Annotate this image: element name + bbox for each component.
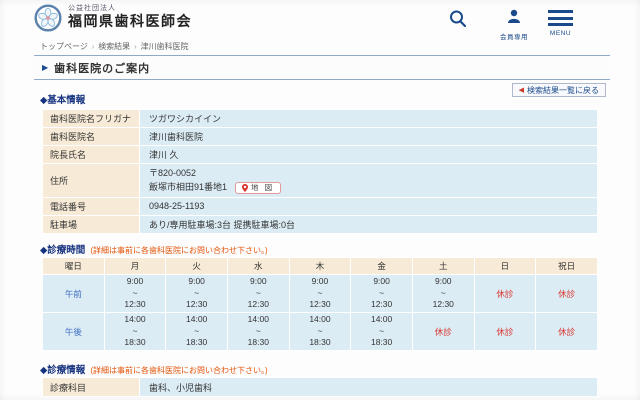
schedule-col-header: 祝日	[536, 258, 598, 275]
map-button-label: 地 図	[251, 182, 274, 194]
member-login-button[interactable]: 会員専用	[500, 9, 528, 41]
table-row: 歯科医院名フリガナ ツガワシカイイン	[43, 110, 598, 128]
row-value phone-number: 0948-25-1193	[140, 197, 598, 215]
page: { "brand": { "subtitle": "公益社団法人", "titl…	[0, 0, 640, 400]
schedule-col-header: 日	[474, 258, 536, 275]
row-label: 院長氏名	[43, 146, 140, 164]
back-arrow-icon: ◀	[519, 87, 524, 94]
schedule-col-header: 金	[351, 258, 413, 275]
row-value: ツガワシカイイン	[140, 110, 598, 128]
schedule-cell: 14:00 ~ 18:30	[166, 313, 228, 351]
schedule-cell-closed: 休診	[536, 275, 598, 313]
hamburger-icon	[548, 10, 573, 26]
page-title-bar: ▶ 歯科医院のご案内	[34, 55, 610, 80]
schedule-cell-closed: 休診	[536, 313, 598, 351]
row-label: 住所	[43, 164, 140, 198]
treatment-info-table: 診療科目 歯科、小児歯科	[42, 377, 598, 397]
search-button[interactable]	[448, 9, 468, 34]
schedule-cell: 9:00 ~ 12:30	[166, 275, 228, 313]
breadcrumb-results-link[interactable]: 検索結果	[98, 42, 130, 51]
schedule-cell-closed: 休診	[474, 313, 536, 351]
basic-info-heading: ◆基本情報	[40, 92, 85, 106]
map-button[interactable]: 地 図	[235, 182, 281, 194]
schedule-cell: 14:00 ~ 18:30	[104, 313, 166, 351]
row-label: 電話番号	[43, 197, 140, 215]
breadcrumb-separator: ›	[134, 44, 136, 51]
row-label: 歯科医院名	[43, 128, 140, 146]
table-row: 駐車場 あり/専用駐車場:3台 提携駐車場:0台	[43, 215, 598, 233]
table-row: 電話番号 0948-25-1193	[43, 197, 598, 215]
org-name-block: 公益社団法人 福岡県歯科医師会	[68, 5, 192, 29]
schedule-cell-closed: 休診	[474, 275, 536, 313]
search-icon	[448, 9, 468, 29]
row-label: 診療科目	[43, 378, 140, 397]
schedule-cell: 9:00 ~ 12:30	[351, 275, 413, 313]
menu-button[interactable]: MENU	[548, 10, 573, 37]
schedule-row-label: 午後	[43, 313, 105, 351]
schedule-col-header: 土	[412, 258, 474, 275]
table-row: 住所 〒820-0052 飯塚市相田91番地1 地 図	[43, 164, 598, 198]
address-text: 飯塚市相田91番地1	[149, 180, 227, 194]
logo-flower-icon	[34, 4, 62, 32]
treatment-note: (詳細は事前に各歯科医院にお問い合わせ下さい。)	[90, 365, 267, 376]
schedule-col-header: 木	[289, 258, 351, 275]
breadcrumb-current: 津川歯科医院	[141, 42, 189, 51]
table-row: 歯科医院名 津川歯科医院	[43, 128, 598, 146]
title-arrow-icon: ▶	[42, 63, 48, 72]
back-to-results-button[interactable]: ◀ 検索結果一覧に戻る	[512, 83, 606, 97]
postal-code: 〒820-0052	[149, 166, 588, 180]
schedule-cell: 14:00 ~ 18:30	[351, 313, 413, 351]
menu-label: MENU	[548, 30, 573, 37]
schedule-cell: 9:00 ~ 12:30	[227, 275, 289, 313]
row-value: 津川歯科医院	[140, 128, 598, 146]
org-title: 福岡県歯科医師会	[68, 13, 192, 29]
back-button-label: 検索結果一覧に戻る	[527, 85, 599, 96]
member-label: 会員専用	[500, 31, 528, 41]
schedule-cell: 14:00 ~ 18:30	[289, 313, 351, 351]
basic-info-table: 歯科医院名フリガナ ツガワシカイイン 歯科医院名 津川歯科医院 院長氏名 津川 …	[42, 109, 598, 234]
map-pin-icon	[242, 184, 248, 192]
treatment-heading-text: ◆診療情報	[40, 362, 85, 376]
schedule-header-row: 曜日 月 火 水 木 金 土 日 祝日	[43, 258, 598, 275]
schedule-heading-text: ◆診療時間	[40, 242, 85, 256]
schedule-afternoon-row: 午後 14:00 ~ 18:30 14:00 ~ 18:30 14:00 ~ 1…	[43, 313, 598, 351]
table-row: 院長氏名 津川 久	[43, 146, 598, 164]
page-title: 歯科医院のご案内	[54, 60, 150, 76]
breadcrumb-home-link[interactable]: トップページ	[40, 42, 88, 51]
schedule-row-label: 午前	[43, 275, 105, 313]
schedule-cell: 14:00 ~ 18:30	[227, 313, 289, 351]
row-label: 駐車場	[43, 215, 140, 233]
schedule-col-header: 曜日	[43, 258, 105, 275]
schedule-cell-closed: 休診	[412, 313, 474, 351]
schedule-col-header: 水	[227, 258, 289, 275]
breadcrumb-separator: ›	[92, 44, 94, 51]
schedule-heading: ◆診療時間 (詳細は事前に各歯科医院にお問い合わせ下さい。)	[40, 242, 268, 256]
basic-info-heading-text: ◆基本情報	[40, 92, 85, 106]
schedule-cell: 9:00 ~ 12:30	[289, 275, 351, 313]
org-subtitle: 公益社団法人	[68, 5, 192, 13]
schedule-morning-row: 午前 9:00 ~ 12:30 9:00 ~ 12:30 9:00 ~ 12:3…	[43, 275, 598, 313]
schedule-col-header: 月	[104, 258, 166, 275]
row-label: 歯科医院名フリガナ	[43, 110, 140, 128]
schedule-cell: 9:00 ~ 12:30	[104, 275, 166, 313]
table-row: 診療科目 歯科、小児歯科	[43, 378, 598, 397]
schedule-note: (詳細は事前に各歯科医院にお問い合わせ下さい。)	[90, 245, 267, 256]
breadcrumb: トップページ › 検索結果 › 津川歯科医院	[40, 41, 189, 52]
row-value: あり/専用駐車場:3台 提携駐車場:0台	[140, 215, 598, 233]
row-value: 津川 久	[140, 146, 598, 164]
treatment-info-heading: ◆診療情報 (詳細は事前に各歯科医院にお問い合わせ下さい。)	[40, 362, 268, 376]
schedule-table: 曜日 月 火 水 木 金 土 日 祝日 午前 9:00 ~ 12:30 9:00…	[42, 257, 598, 351]
schedule-cell: 9:00 ~ 12:30	[412, 275, 474, 313]
schedule-col-header: 火	[166, 258, 228, 275]
row-value: 〒820-0052 飯塚市相田91番地1 地 図	[140, 164, 598, 198]
person-icon	[507, 9, 521, 24]
row-value: 歯科、小児歯科	[140, 378, 598, 397]
site-logo[interactable]	[34, 4, 62, 32]
